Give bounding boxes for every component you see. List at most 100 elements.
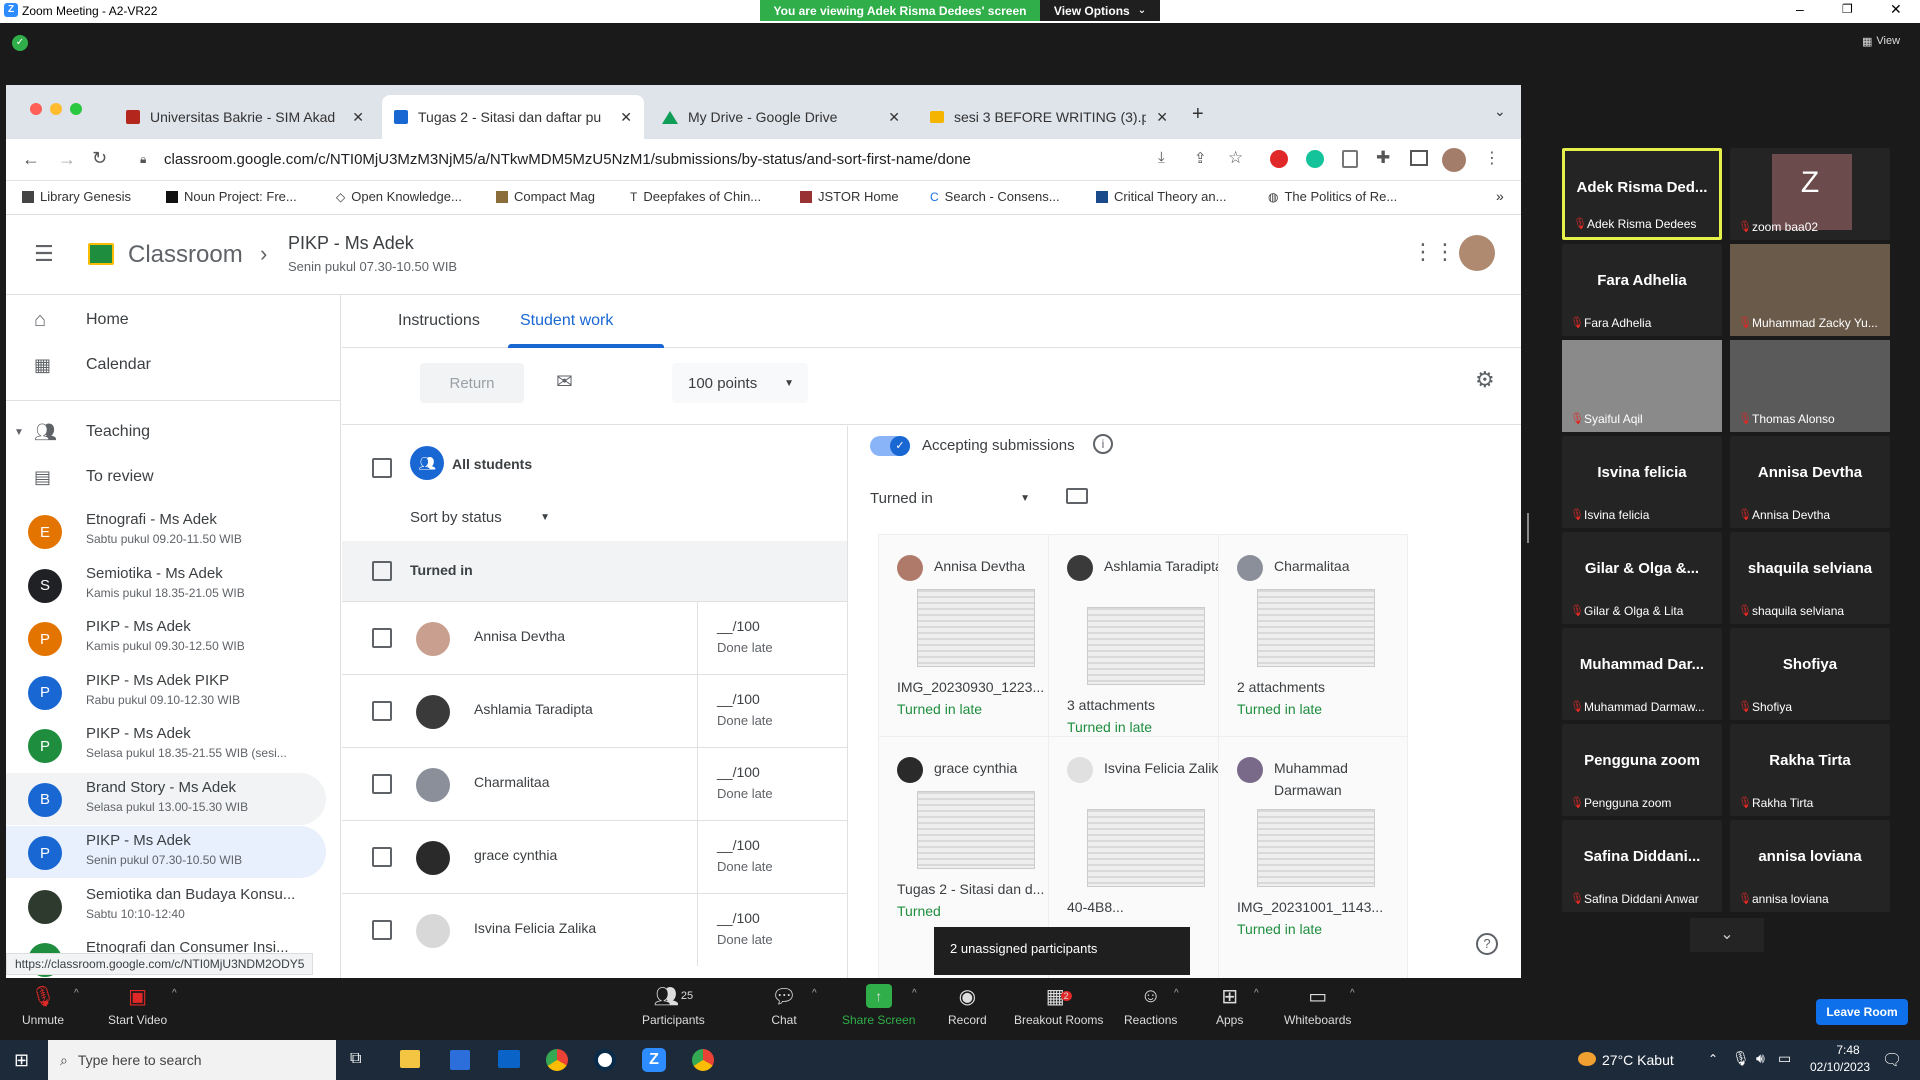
split-handle[interactable] (1527, 513, 1529, 543)
bookmark-item[interactable]: Compact Mag (496, 189, 595, 204)
participant-tile[interactable]: Gilar & Olga &... 🎙︎ Gilar & Olga & Lita (1562, 532, 1722, 624)
chat-options-caret-icon[interactable]: ^ (812, 988, 817, 999)
new-tab-icon[interactable]: + (1192, 103, 1204, 126)
class-title[interactable]: PIKP - Ms Adek (288, 233, 414, 254)
folder-icon[interactable] (1066, 488, 1088, 504)
back-arrow-icon[interactable]: ← (22, 149, 40, 170)
grade-input[interactable]: __/100 (717, 910, 760, 926)
nav-teaching[interactable]: ▼ 👥︎ Teaching (6, 410, 340, 454)
participant-tile[interactable]: Pengguna zoom 🎙︎ Pengguna zoom (1562, 724, 1722, 816)
restore-icon[interactable]: ❐ (1842, 2, 1853, 16)
view-button[interactable]: ▦ View (1862, 35, 1900, 48)
bookmark-item[interactable]: Library Genesis (22, 189, 131, 204)
video-options-caret-icon[interactable]: ^ (172, 988, 177, 999)
tab-list-chevron-icon[interactable]: ⌄ (1494, 103, 1506, 120)
account-avatar[interactable] (1459, 235, 1495, 271)
bookmark-item[interactable]: C Search - Consens... (930, 189, 1060, 204)
attachment-thumbnail[interactable] (1087, 607, 1205, 685)
class-item[interactable]: E Etnografi - Ms Adek Sabtu pukul 09.20-11… (6, 505, 326, 557)
lock-icon[interactable]: 🔒︎ (140, 152, 146, 167)
participant-tile[interactable]: Rakha Tirta 🎙︎ Rakha Tirta (1730, 724, 1890, 816)
participant-tile[interactable]: 🎙︎ Thomas Alonso (1730, 340, 1890, 432)
sidepanel-icon[interactable] (1410, 150, 1428, 166)
class-item[interactable]: Semiotika dan Budaya Konsu... Sabtu 10:10… (6, 880, 326, 932)
tab-close-icon[interactable]: ✕ (352, 109, 364, 126)
puzzle-icon[interactable]: ✚ (1376, 148, 1390, 168)
row-checkbox[interactable] (372, 920, 392, 940)
participant-tile[interactable]: Z 🎙︎ zoom baa02 (1730, 148, 1890, 240)
bookmarks-overflow-icon[interactable]: » (1496, 188, 1504, 204)
unmute-button[interactable]: 🎙︎ Unmute (22, 984, 64, 1028)
minimize-dot-icon[interactable] (50, 103, 62, 115)
attachment-thumbnail[interactable] (917, 791, 1035, 869)
network-icon[interactable]: ▭ (1778, 1050, 1791, 1067)
file-explorer-icon[interactable] (400, 1050, 420, 1068)
tab-close-icon[interactable]: ✕ (1156, 109, 1168, 126)
nav-calendar[interactable]: ▦ Calendar (6, 343, 340, 387)
sort-select[interactable]: Sort by status ▼ (410, 502, 550, 532)
class-item[interactable]: S Semiotika - Ms Adek Kamis pukul 18.35-21… (6, 559, 326, 611)
view-options-button[interactable]: View Options ⌄ (1040, 0, 1160, 21)
app-name[interactable]: Classroom (128, 241, 243, 269)
apps-caret-icon[interactable]: ^ (1254, 988, 1259, 999)
share-icon[interactable]: ⇪ (1194, 149, 1207, 167)
forward-arrow-icon[interactable]: → (58, 149, 76, 170)
chrome-taskbar-icon-2[interactable] (692, 1049, 714, 1071)
close-icon[interactable]: ✕ (1890, 1, 1902, 18)
help-icon[interactable]: ? (1476, 933, 1498, 955)
gallery-scroll-down-icon[interactable]: ⌄ (1690, 918, 1764, 952)
attachment-thumbnail[interactable] (1087, 809, 1205, 887)
participant-tile[interactable]: Fara Adhelia 🎙︎ Fara Adhelia (1562, 244, 1722, 336)
extension-reader-icon[interactable] (1342, 150, 1358, 168)
info-icon[interactable]: i (1093, 434, 1113, 454)
participants-button[interactable]: 👥︎ 25 Participants (642, 984, 705, 1028)
participant-tile[interactable]: Isvina felicia 🎙︎ Isvina felicia (1562, 436, 1722, 528)
url-text[interactable]: classroom.google.com/c/NTI0MjU3MzM3NjM5/… (164, 151, 971, 168)
bookmark-item[interactable]: ◇ Open Knowledge... (336, 189, 462, 204)
whiteboards-caret-icon[interactable]: ^ (1350, 988, 1355, 999)
reload-icon[interactable]: ↻ (92, 148, 107, 169)
audio-options-caret-icon[interactable]: ^ (74, 988, 79, 999)
submission-card[interactable]: Muhammad Darmawan IMG_20231001_1143... Tur… (1218, 736, 1408, 978)
profile-avatar[interactable] (1442, 148, 1466, 172)
table-row[interactable]: grace cynthia __/100 Done late (342, 820, 847, 893)
mic-tray-icon[interactable]: 🎙︎ (1732, 1050, 1750, 1067)
nav-home[interactable]: ⌂ Home (6, 298, 340, 342)
reactions-caret-icon[interactable]: ^ (1174, 988, 1179, 999)
browser-tab-classroom[interactable]: Tugas 2 - Sitasi dan daftar pu ✕ (382, 95, 644, 139)
browser-tab-slides[interactable]: sesi 3 BEFORE WRITING (3).p ✕ (918, 95, 1180, 139)
nav-to-review[interactable]: ▤ To review (6, 455, 340, 499)
leave-room-button[interactable]: Leave Room (1816, 999, 1908, 1025)
attachment-thumbnail[interactable] (1257, 589, 1375, 667)
install-icon[interactable]: ⤓ (1158, 149, 1165, 166)
bookmark-item[interactable]: JSTOR Home (800, 189, 899, 204)
table-row[interactable]: Isvina Felicia Zalika __/100 Done late (342, 893, 847, 966)
submission-card[interactable]: Charmalitaa 2 attachments Turned in late (1218, 534, 1408, 754)
row-checkbox[interactable] (372, 847, 392, 867)
participant-tile[interactable]: Shofiya 🎙︎ Shofiya (1730, 628, 1890, 720)
start-video-button[interactable]: ▣ Start Video (108, 984, 167, 1028)
minimize-icon[interactable]: – (1796, 1, 1804, 17)
mail-icon[interactable] (498, 1050, 520, 1068)
clock-date[interactable]: 02/10/2023 (1810, 1060, 1870, 1074)
close-dot-icon[interactable] (30, 103, 42, 115)
clock-time[interactable]: 7:48 (1820, 1043, 1876, 1057)
participant-tile[interactable]: Safina Diddani... 🎙︎ Safina Diddani Anwar (1562, 820, 1722, 912)
bookmark-item[interactable]: ◍ The Politics of Re... (1268, 189, 1397, 204)
class-item[interactable]: P PIKP - Ms Adek Selasa pukul 18.35-21.55 … (6, 719, 326, 771)
status-filter-select[interactable]: Turned in ▼ (870, 486, 1030, 510)
bookmark-item[interactable]: T Deepfakes of Chin... (630, 189, 761, 204)
share-options-caret-icon[interactable]: ^ (912, 988, 917, 999)
email-icon[interactable]: ✉ (556, 369, 573, 394)
share-screen-button[interactable]: ↑ Share Screen (842, 984, 915, 1027)
grade-input[interactable]: __/100 (717, 764, 760, 780)
row-checkbox[interactable] (372, 774, 392, 794)
bookmark-item[interactable]: Critical Theory an... (1096, 189, 1226, 204)
points-select[interactable]: 100 points ▼ (672, 363, 808, 403)
extension-opera-icon[interactable] (1270, 150, 1288, 168)
grade-input[interactable]: __/100 (717, 691, 760, 707)
breakout-rooms-button[interactable]: ▦ 2 Breakout Rooms (1014, 984, 1103, 1028)
hamburger-menu-icon[interactable]: ☰ (34, 241, 54, 267)
accepting-toggle[interactable]: ✓ (870, 436, 910, 456)
browser-tab-drive[interactable]: My Drive - Google Drive ✕ (650, 95, 912, 139)
